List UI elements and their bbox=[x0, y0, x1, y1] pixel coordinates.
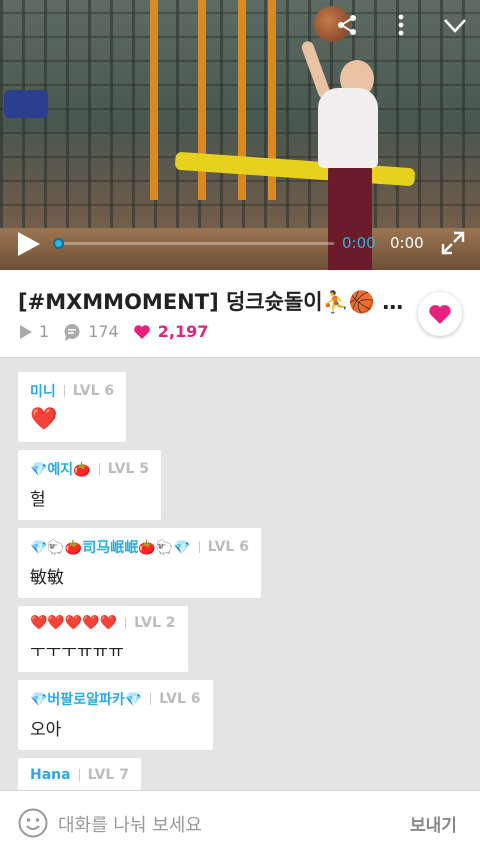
duration: 0:00 bbox=[390, 234, 424, 252]
chat-message: ❤️❤️❤️❤️❤️ LVL 2 ㅜㅜㅜㅠㅠㅠ bbox=[18, 606, 188, 672]
user-level: LVL 7 bbox=[87, 767, 129, 783]
play-icon[interactable] bbox=[14, 230, 42, 258]
message-text: ❤️ bbox=[30, 407, 57, 432]
heart-icon bbox=[133, 324, 150, 339]
user-name[interactable]: ❤️❤️❤️❤️❤️ bbox=[30, 615, 117, 631]
user-name[interactable]: Hana bbox=[30, 767, 71, 783]
user-level: LVL 2 bbox=[134, 615, 176, 631]
post-info: [#MXMMOMENT] 덩크슛돌이⛹️🏀 영… 1 174 2,197 bbox=[0, 270, 480, 358]
chat-message: 💎버팔로알파카💎 LVL 6 오아 bbox=[18, 680, 213, 750]
message-text: 헐 bbox=[30, 490, 46, 510]
message-text: 敏敏 bbox=[30, 568, 64, 588]
user-name[interactable]: 💎예지🍅 bbox=[30, 459, 91, 479]
video-player[interactable]: 0:00 0:00 bbox=[0, 0, 480, 270]
user-name[interactable]: 미니 bbox=[30, 381, 56, 401]
video-frame-post bbox=[150, 0, 158, 200]
share-icon[interactable] bbox=[332, 10, 362, 40]
chat-list[interactable]: 미니 LVL 6 ❤️ 💎예지🍅 LVL 5 헐 💎🐑🍅司马岷岷🍅🐑💎 LVL 6 敏… bbox=[0, 358, 480, 790]
video-controls: 0:00 0:00 bbox=[0, 226, 480, 262]
video-progress-bar[interactable] bbox=[53, 238, 334, 249]
video-scrubber-handle[interactable] bbox=[53, 238, 64, 249]
more-vertical-icon[interactable] bbox=[386, 10, 416, 40]
user-name[interactable]: 💎버팔로알파카💎 bbox=[30, 689, 142, 709]
video-top-actions bbox=[332, 10, 470, 40]
video-frame-person bbox=[300, 39, 390, 270]
chat-composer: 대화를 나눠 보세요 보내기 bbox=[0, 790, 480, 854]
play-count: 1 bbox=[20, 322, 49, 341]
smiley-icon[interactable] bbox=[18, 808, 48, 842]
user-level: LVL 6 bbox=[72, 383, 115, 399]
chat-message: 💎🐑🍅司马岷岷🍅🐑💎 LVL 6 敏敏 bbox=[18, 528, 261, 598]
send-button[interactable]: 보내기 bbox=[410, 811, 457, 836]
chat-message: 미니 LVL 6 ❤️ bbox=[18, 372, 127, 442]
comment-count-value: 174 bbox=[88, 322, 119, 341]
play-count-value: 1 bbox=[39, 322, 50, 341]
post-title[interactable]: [#MXMMOMENT] 덩크슛돌이⛹️🏀 영… bbox=[18, 286, 408, 316]
current-time: 0:00 bbox=[342, 234, 376, 252]
user-level: LVL 6 bbox=[207, 539, 249, 555]
like-count-value: 2,197 bbox=[157, 322, 209, 341]
heart-icon bbox=[429, 305, 451, 324]
user-level: LVL 5 bbox=[107, 461, 149, 477]
message-text: 오아 bbox=[30, 720, 62, 740]
fullscreen-icon[interactable] bbox=[440, 230, 466, 256]
video-frame-car bbox=[4, 90, 48, 118]
like-button[interactable] bbox=[418, 292, 462, 336]
chat-message: 💎예지🍅 LVL 5 헐 bbox=[18, 450, 161, 520]
user-level: LVL 6 bbox=[159, 691, 201, 707]
like-count: 2,197 bbox=[133, 322, 209, 341]
message-text: ㅜㅜㅜㅠㅠㅠ bbox=[30, 642, 124, 662]
post-stats: 1 174 2,197 bbox=[20, 322, 222, 341]
play-count-icon bbox=[20, 324, 32, 339]
chat-input[interactable]: 대화를 나눠 보세요 bbox=[58, 811, 202, 837]
user-name[interactable]: 💎🐑🍅司马岷岷🍅🐑💎 bbox=[30, 537, 191, 557]
chat-message: HanaLVL 7 ♥ ♥ bbox=[18, 758, 141, 790]
comment-count: 174 bbox=[63, 322, 119, 341]
chevron-down-icon[interactable] bbox=[440, 10, 470, 40]
comment-icon bbox=[64, 323, 80, 341]
